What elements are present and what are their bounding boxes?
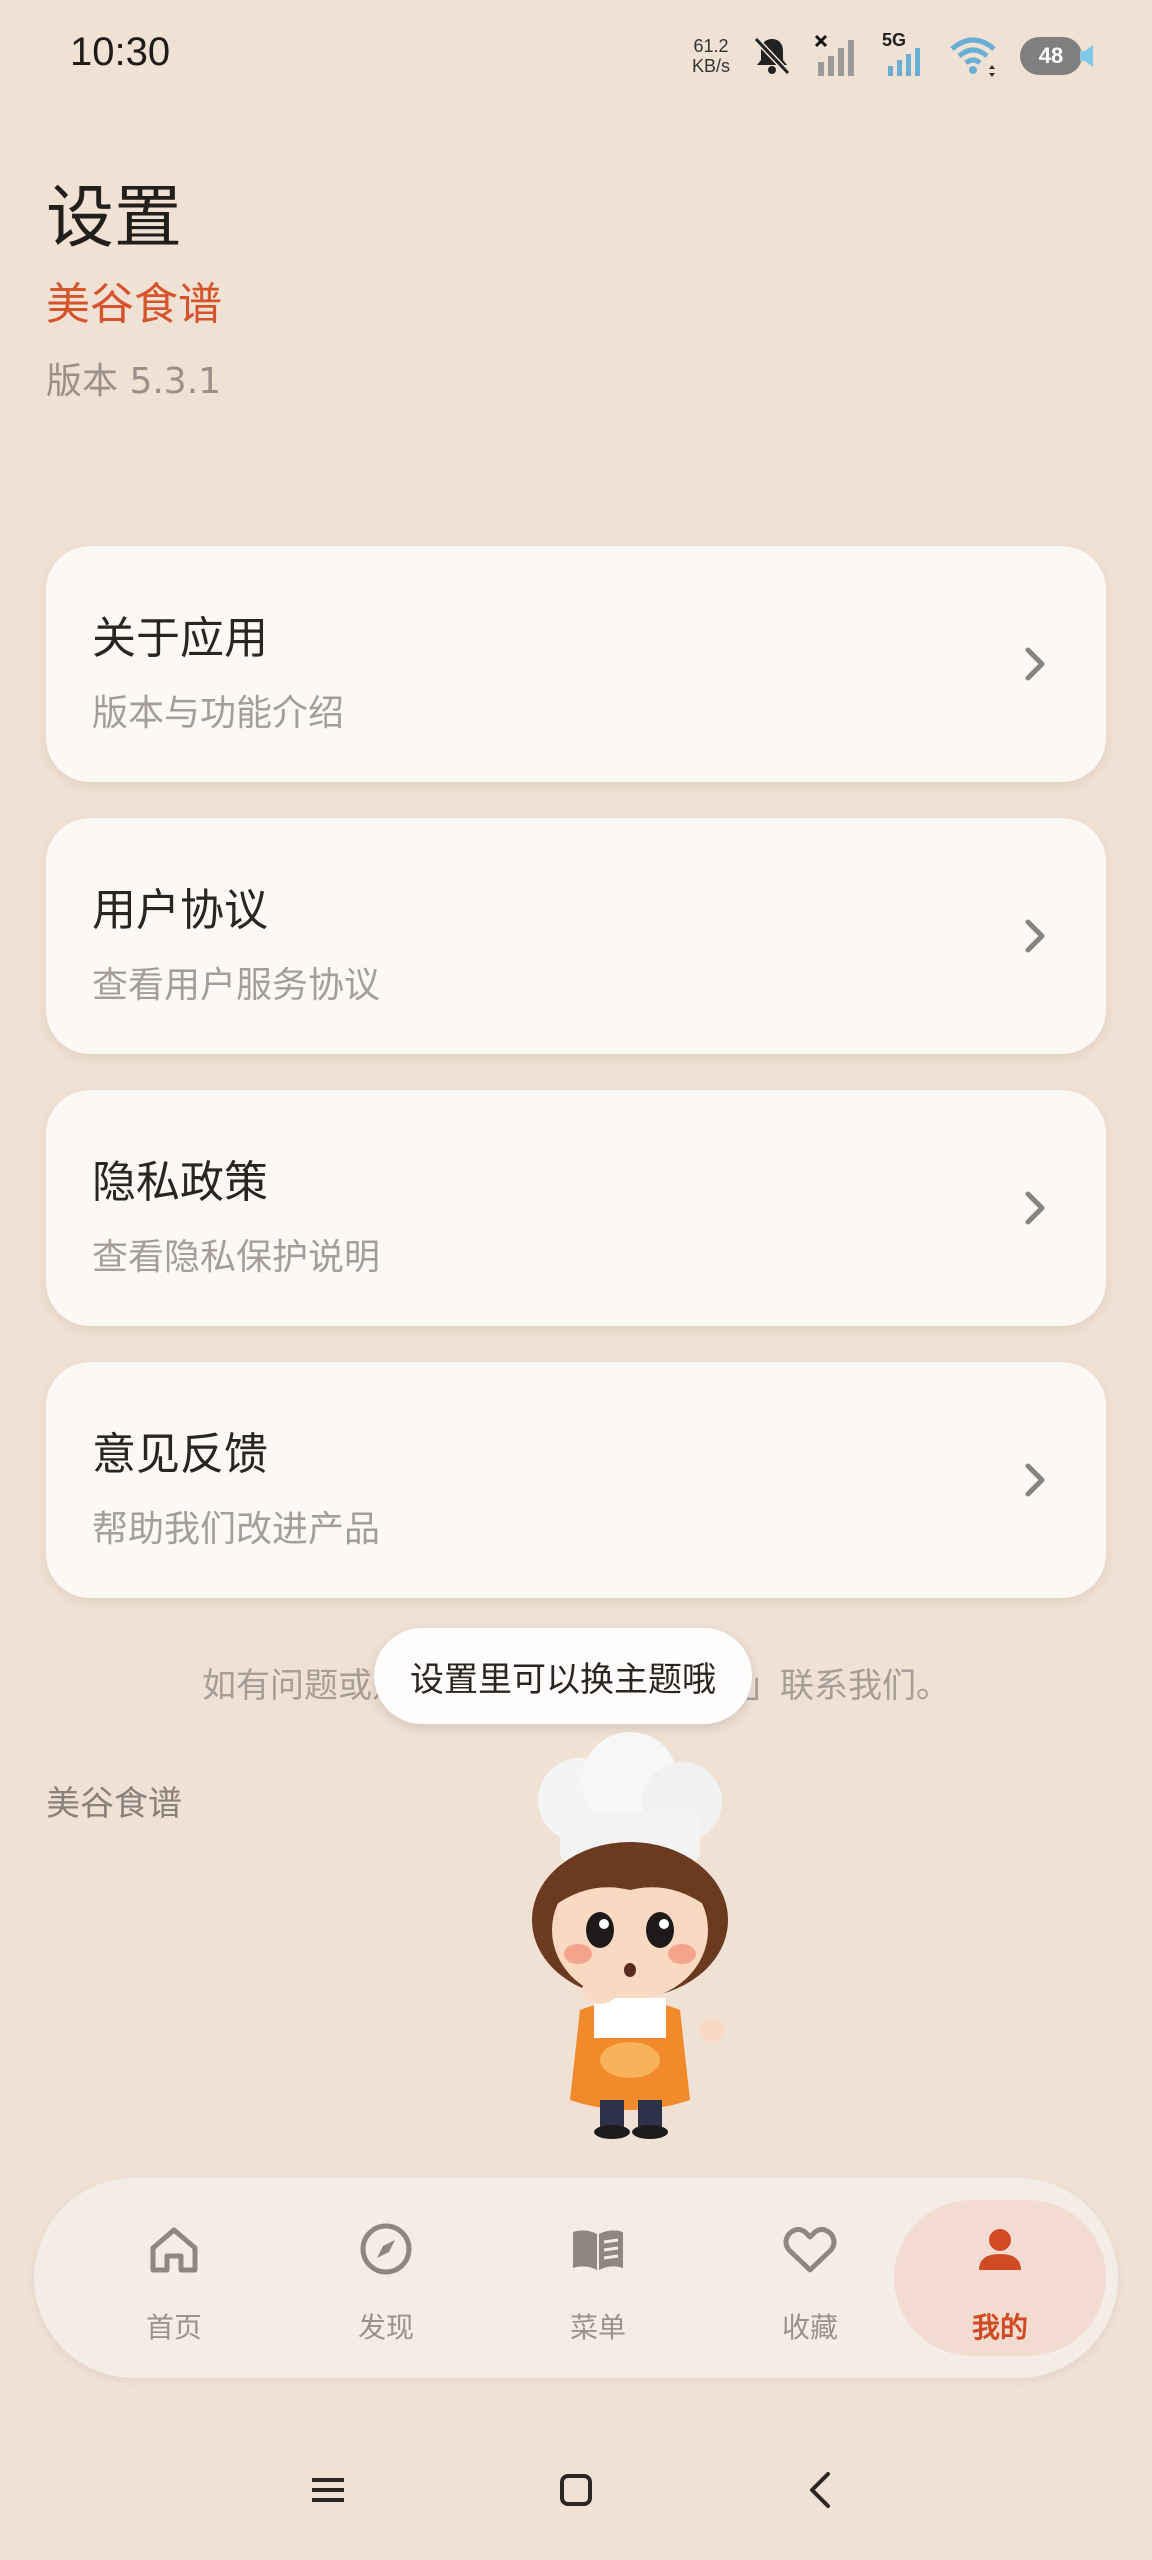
nav-discover-label: 发现	[357, 2311, 414, 2344]
mascot-tooltip: 设置里可以换主题哦	[374, 1628, 752, 1724]
user-agreement-title: 用户协议	[92, 885, 268, 936]
nav-mine[interactable]: 我的	[894, 2200, 1106, 2356]
about-app-item[interactable]: 关于应用 版本与功能介绍	[46, 546, 1106, 782]
chevron-right-icon	[1025, 647, 1045, 681]
nav-discover[interactable]: 发现	[280, 2200, 492, 2356]
user-agreement-subtitle: 查看用户服务协议	[92, 965, 381, 1006]
status-time: 10:30	[70, 30, 171, 74]
network-speed-value: 61.2	[693, 36, 729, 56]
book-icon	[573, 2230, 623, 2270]
status-bar: 10:30 61.2 KB/s 5G 48	[0, 0, 1152, 110]
signal-5g-icon	[888, 48, 920, 76]
footer-brand: 美谷食谱	[46, 1784, 182, 1824]
nav-menu[interactable]: 菜单	[492, 2200, 704, 2356]
network-speed-unit: KB/s	[691, 56, 730, 76]
chef-mascot[interactable]	[500, 1720, 760, 2140]
compass-icon	[360, 2223, 412, 2275]
app-version: 版本 5.3.1	[46, 361, 222, 402]
home-icon	[150, 2227, 198, 2273]
nav-home[interactable]: 首页	[68, 2200, 280, 2356]
nav-favorites-label: 收藏	[781, 2311, 838, 2344]
about-app-subtitle: 版本与功能介绍	[92, 693, 345, 734]
chevron-right-icon	[1025, 1191, 1045, 1225]
network-speed: 61.2 KB/s	[692, 36, 730, 76]
nav-menu-label: 菜单	[569, 2311, 626, 2344]
privacy-policy-item[interactable]: 隐私政策 查看隐私保护说明	[46, 1090, 1106, 1326]
signal-no-service-icon	[814, 34, 854, 76]
user-agreement-item[interactable]: 用户协议 查看用户服务协议	[46, 818, 1106, 1054]
system-nav-bar	[0, 2440, 1152, 2540]
feedback-item[interactable]: 意见反馈 帮助我们改进产品	[46, 1362, 1106, 1598]
wifi-icon	[950, 37, 996, 77]
network-type-5g: 5G	[882, 30, 926, 78]
privacy-policy-title: 隐私政策	[92, 1157, 268, 1208]
battery-icon: 48	[1020, 37, 1093, 75]
person-icon	[979, 2229, 1021, 2270]
nav-home-label: 首页	[145, 2311, 202, 2344]
nav-favorites[interactable]: 收藏	[704, 2200, 916, 2356]
privacy-policy-subtitle: 查看隐私保护说明	[92, 1237, 381, 1278]
about-app-title: 关于应用	[92, 613, 268, 664]
heart-icon	[783, 2226, 837, 2273]
app-name: 美谷食谱	[46, 279, 222, 330]
bottom-nav: 首页 发现 菜单 收藏 我的	[34, 2178, 1118, 2378]
battery-level: 48	[1038, 43, 1064, 68]
page-title: 设置	[46, 179, 183, 258]
chevron-right-icon	[1025, 1463, 1045, 1497]
recents-menu-icon[interactable]	[306, 2468, 350, 2512]
feedback-subtitle: 帮助我们改进产品	[92, 1509, 381, 1550]
chevron-right-icon	[1025, 919, 1045, 953]
nav-mine-label: 我的	[971, 2311, 1028, 2344]
mute-bell-icon	[753, 36, 791, 76]
status-icons: 61.2 KB/s 5G 48	[692, 28, 1093, 84]
back-chevron-icon[interactable]	[800, 2468, 844, 2512]
home-square-icon[interactable]	[554, 2468, 598, 2512]
feedback-title: 意见反馈	[92, 1429, 268, 1480]
battery-sound-off-icon	[1080, 45, 1093, 67]
